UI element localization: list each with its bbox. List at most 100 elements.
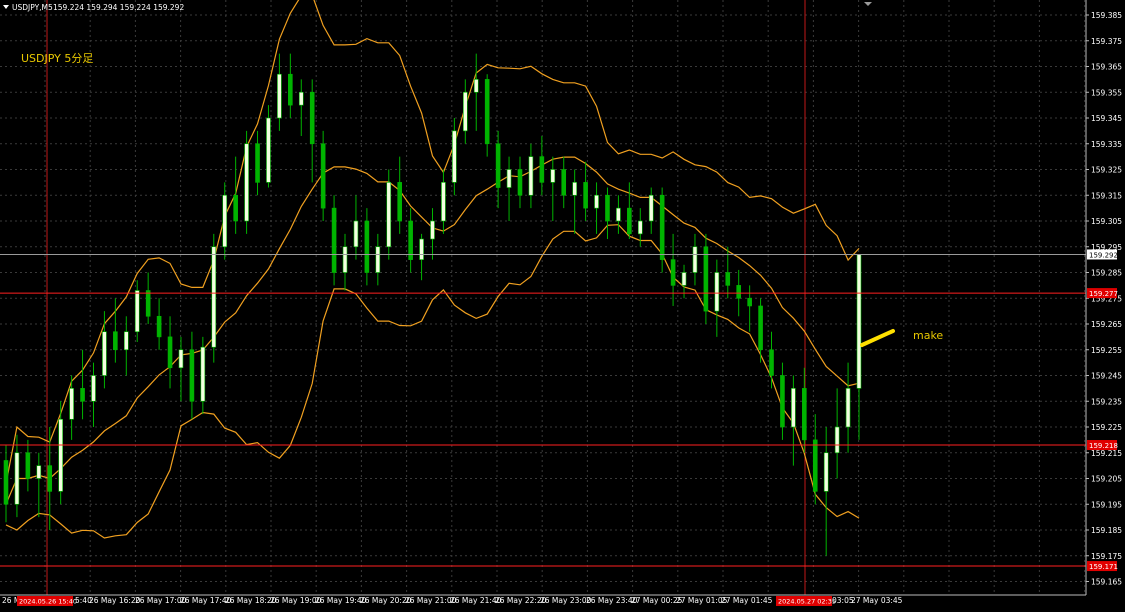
candle-body [342,246,348,273]
candle-body [222,194,228,248]
candle-body [758,305,763,351]
time-tick-label: 26 May 22:20 [495,596,547,605]
candle-body [594,194,599,209]
candle-body [670,259,676,286]
time-tick-label: 26 May 19:40 [315,596,367,605]
price-tick-label: 159.265 [1091,320,1122,329]
time-marker-tag-label: 2024.05.27 02:35 [778,598,836,606]
candle-body [725,272,731,286]
candle-body [648,194,654,222]
candle-body [539,156,545,183]
chart-header: USDJPY,M5 159.224 159.294 159.224 159.29… [3,2,872,12]
grid [0,0,1086,595]
candle-body [627,207,632,235]
price-chart[interactable]: 159.385 159.375 159.365 159.355 159.345 159.3… [0,0,1125,608]
candle-body [408,220,413,260]
time-tick-label: 27 May 01:05 [676,596,728,605]
candle-body [298,91,304,106]
price-tick-label: 159.335 [1091,140,1122,149]
candle-body [517,169,523,196]
price-tick-label: 159.245 [1091,372,1122,381]
price-tick-label: 159.185 [1091,526,1122,535]
time-tick-label: 5:40 [75,596,92,605]
price-tick-label: 159.175 [1091,552,1122,561]
price-tick-label: 159.385 [1091,11,1122,20]
candle-body [845,388,851,428]
candle-body [277,73,282,119]
candle-body [91,375,96,402]
candle-body [823,452,829,492]
candle-body [736,285,742,299]
candle-body [47,465,53,492]
price-tick-label: 159.365 [1091,63,1122,72]
time-tick-label: 27 May 01:45 [721,596,773,605]
price-tick-label: 159.305 [1091,217,1122,226]
candle-body [802,388,807,441]
horizontal-levels[interactable] [0,253,1086,567]
candle-body [211,246,217,348]
candle-body [288,73,293,106]
price-tick-label: 159.355 [1091,88,1122,97]
candle-body [463,91,468,132]
price-tick-label: 159.255 [1091,346,1122,355]
candle-body [134,290,140,333]
candle-body [309,91,315,145]
level-price-tag-label: 159.277 [1089,290,1118,298]
candle-body [812,439,818,492]
candle-body [156,315,162,338]
candle-body [25,452,31,479]
level-price-tag-label: 159.171 [1089,563,1118,571]
candle-body [255,143,260,183]
candle-body [495,143,501,188]
candle-body [605,194,610,222]
chart-window[interactable]: 159.385 159.375 159.365 159.355 159.345 159.3… [0,0,1125,608]
candle-body [364,220,370,273]
shift-marker-icon[interactable] [864,2,872,6]
symbol-title: USDJPY,M5 [12,3,53,12]
candle-body [123,331,129,351]
candle-body [616,207,621,222]
candle-body [473,79,479,93]
dropdown-icon[interactable] [3,5,9,9]
candle-body [189,349,195,402]
candle-body [714,272,720,312]
candle-body [200,346,206,402]
candle-body [178,349,184,369]
time-tick-label: 26 May 23:00 [540,596,592,605]
level-price-tag-label: 159.218 [1089,442,1118,450]
candle-body [233,194,238,222]
candle-body [36,465,42,479]
time-tick-label: 26 May 23:40 [586,596,638,605]
time-tick-label: 26 May 20:20 [360,596,412,605]
note-label: make [913,329,943,342]
candle-body [102,331,107,376]
time-tick-label: 27 May 03:45 [851,596,903,605]
candle-body [834,426,840,454]
candle-body [320,143,326,209]
candle-body [167,336,173,369]
price-tick-label: 159.165 [1091,578,1122,587]
price-tick-label: 159.285 [1091,269,1122,278]
candle-body [856,254,862,389]
candle-body [583,182,588,209]
candle-body [681,272,687,286]
time-tick-label: 26 May 19:00 [270,596,322,605]
candle-body [244,143,249,222]
candle-body [703,246,709,312]
band-lower [5,224,860,539]
candle-body [769,349,774,376]
candle-body [397,182,402,222]
candles [3,53,862,556]
bollinger-bands [5,0,860,539]
candle-body [747,297,752,307]
candle-body [528,156,534,196]
time-tick-label: 26 May 18:20 [225,596,277,605]
candle-body [3,460,9,505]
candle-body [484,79,490,145]
candle-body [452,130,457,183]
candle-body [145,290,151,317]
time-tick-labels: 26 May 26 May 16:2026 May 17:0026 May 17:… [2,596,903,606]
candle-body [386,182,392,248]
candle-body [375,246,381,273]
price-tags: 159.292 159.277 159.218 159.171 [1087,249,1118,572]
